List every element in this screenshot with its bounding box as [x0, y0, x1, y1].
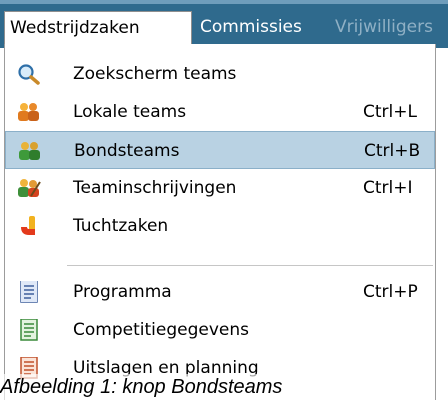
menu-bar: Wedstrijdzaken Commissies Vrijwilligers: [0, 0, 448, 48]
menu-item-bondsteams[interactable]: Bondsteams Ctrl+B: [5, 131, 435, 169]
team-register-icon: [17, 177, 41, 199]
menu-item-tuchtzaken[interactable]: Tuchtzaken: [5, 207, 435, 245]
menu-vrijwilligers[interactable]: Vrijwilligers: [330, 11, 438, 44]
menu-item-label: Teaminschrijvingen: [73, 178, 237, 198]
document-blue-icon: [17, 280, 41, 303]
menu-wedstrijdzaken[interactable]: Wedstrijdzaken: [4, 11, 192, 48]
menu-item-programma[interactable]: Programma Ctrl+P: [5, 273, 435, 311]
menu-item-shortcut: Ctrl+I: [363, 178, 413, 198]
figure-caption: Afbeelding 1: knop Bondsteams: [0, 374, 287, 400]
menu-item-label: Competitiegegevens: [73, 320, 249, 340]
menu-item-label: Programma: [73, 282, 172, 302]
menu-item-competitiegegevens[interactable]: Competitiegegevens: [5, 311, 435, 349]
menu-item-label: Tuchtzaken: [73, 216, 169, 236]
menu-commissies[interactable]: Commissies: [195, 11, 307, 44]
team-orange-icon: [17, 101, 41, 123]
menu-item-teaminschrijvingen[interactable]: Teaminschrijvingen Ctrl+I: [5, 169, 435, 207]
menu-item-lokale-teams[interactable]: Lokale teams Ctrl+L: [5, 93, 435, 131]
menu-item-shortcut: Ctrl+B: [364, 141, 421, 161]
dropdown-menu: Zoekscherm teams Lokale teams Ctrl+L Bon…: [4, 44, 436, 400]
menu-item-shortcut: Ctrl+P: [363, 282, 418, 302]
menu-separator: [67, 265, 433, 266]
disciplinary-icon: [17, 215, 41, 237]
menu-item-label: Lokale teams: [73, 102, 187, 122]
magnifier-icon: [17, 63, 41, 85]
menu-item-shortcut: Ctrl+L: [363, 102, 417, 122]
menu-item-zoekscherm-teams[interactable]: Zoekscherm teams: [5, 55, 435, 93]
menu-item-label: Zoekscherm teams: [73, 64, 237, 84]
menu-item-label: Bondsteams: [74, 141, 180, 161]
document-green-icon: [17, 318, 41, 341]
team-green-icon: [18, 140, 42, 162]
